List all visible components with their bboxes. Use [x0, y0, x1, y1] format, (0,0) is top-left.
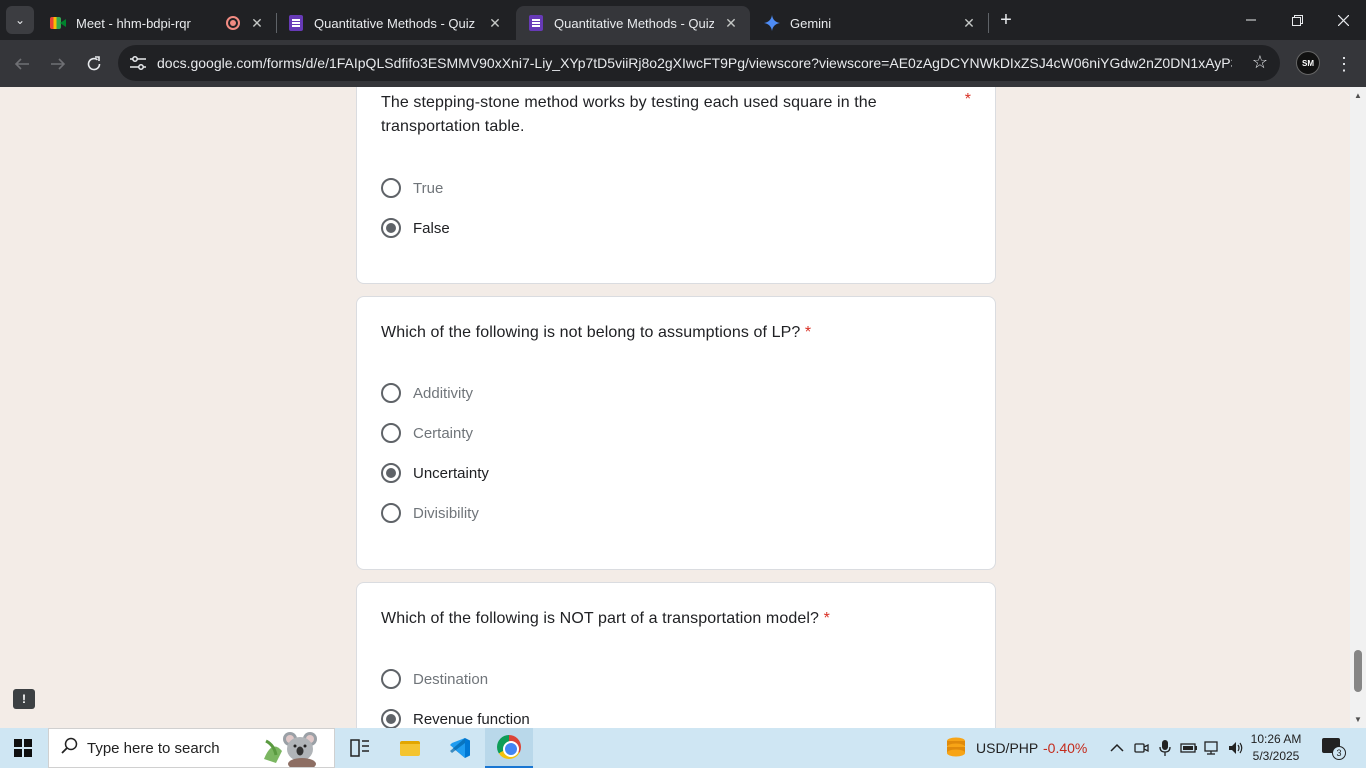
radio-option-revenue-function[interactable]: Revenue function: [381, 707, 530, 728]
task-view-icon[interactable]: [336, 728, 384, 768]
form-viewport: The stepping-stone method works by testi…: [0, 87, 1350, 728]
search-icon: [61, 737, 81, 760]
radio-option-divisibility[interactable]: Divisibility: [381, 501, 479, 525]
radio-option-additivity[interactable]: Additivity: [381, 381, 473, 405]
radio-button[interactable]: [381, 383, 401, 403]
tab-quiz-1[interactable]: Quantitative Methods - Quiz (Fi ✕: [276, 6, 514, 40]
recording-icon: [226, 16, 240, 30]
close-window-button[interactable]: [1320, 0, 1366, 40]
radio-button-selected[interactable]: [381, 463, 401, 483]
question-text: The stepping-stone method works by testi…: [381, 94, 877, 135]
option-label: Divisibility: [413, 504, 479, 522]
tab-meet[interactable]: Meet - hhm-bdpi-rqr ✕: [38, 6, 276, 40]
required-asterisk: *: [823, 610, 830, 627]
radio-option-certainty[interactable]: Certainty: [381, 421, 473, 445]
close-tab-icon[interactable]: ✕: [722, 14, 740, 32]
radio-option-true[interactable]: True: [381, 176, 443, 200]
required-asterisk: *: [964, 91, 971, 108]
network-icon[interactable]: [1204, 739, 1222, 757]
clock-time: 10:26 AM: [1250, 732, 1302, 746]
radio-button[interactable]: [381, 669, 401, 689]
clock-date: 5/3/2025: [1252, 749, 1300, 763]
question-title: Which of the following is NOT part of a …: [381, 607, 941, 631]
ticker-pair[interactable]: USD/PHP: [976, 740, 1038, 756]
google-forms-icon: [288, 15, 304, 31]
tab-separator: [988, 13, 989, 33]
browser-toolbar: docs.google.com/forms/d/e/1FAIpQLSdfifo3…: [0, 40, 1366, 87]
google-forms-icon: [528, 15, 544, 31]
option-label: False: [413, 219, 450, 237]
currency-widget-icon[interactable]: [944, 736, 968, 760]
question-title: Which of the following is not belong to …: [381, 321, 941, 345]
close-tab-icon[interactable]: ✕: [960, 14, 978, 32]
microphone-icon[interactable]: [1156, 739, 1174, 757]
radio-button-selected[interactable]: [381, 709, 401, 728]
option-label: Additivity: [413, 384, 474, 402]
page-scrollbar[interactable]: ▲ ▼: [1350, 87, 1366, 728]
option-label: True: [413, 179, 444, 197]
question-card: The stepping-stone method works by testi…: [356, 87, 996, 284]
google-meet-icon: [50, 15, 66, 31]
url-text[interactable]: docs.google.com/forms/d/e/1FAIpQLSdfifo3…: [157, 55, 1232, 71]
back-button[interactable]: [8, 50, 36, 78]
profile-avatar[interactable]: SM: [1296, 51, 1320, 75]
forward-button[interactable]: [44, 50, 72, 78]
windows-start-icon[interactable]: [14, 739, 32, 757]
file-explorer-icon[interactable]: [386, 728, 434, 768]
ticker-change[interactable]: -0.40%: [1043, 740, 1087, 756]
restore-button[interactable]: [1274, 0, 1320, 40]
question-text: Which of the following is not belong to …: [381, 324, 801, 341]
radio-button-selected[interactable]: [381, 218, 401, 238]
tab-title: Quantitative Methods - Quiz (Fi: [314, 15, 478, 31]
bookmark-star-icon[interactable]: ☆: [1252, 52, 1268, 73]
new-tab-button[interactable]: +: [995, 9, 1017, 31]
show-hidden-icons-icon[interactable]: [1108, 739, 1126, 757]
meet-now-icon[interactable]: [1132, 739, 1150, 757]
tab-title: Quantitative Methods - Quiz (Fi: [554, 15, 714, 31]
radio-button[interactable]: [381, 423, 401, 443]
gemini-icon: [764, 15, 780, 31]
close-tab-icon[interactable]: ✕: [248, 14, 266, 32]
scroll-up-arrow-icon[interactable]: ▲: [1353, 90, 1363, 100]
radio-button[interactable]: [381, 503, 401, 523]
option-label: Destination: [413, 670, 489, 688]
search-placeholder: Type here to search: [87, 739, 220, 757]
radio-option-uncertainty[interactable]: Uncertainty: [381, 461, 489, 485]
scroll-down-arrow-icon[interactable]: ▼: [1353, 714, 1363, 724]
address-bar[interactable]: docs.google.com/forms/d/e/1FAIpQLSdfifo3…: [118, 45, 1280, 81]
reload-button[interactable]: [80, 50, 108, 78]
battery-icon[interactable]: [1180, 739, 1198, 757]
radio-option-destination[interactable]: Destination: [381, 667, 488, 691]
scrollbar-thumb[interactable]: [1354, 650, 1362, 692]
chrome-menu-icon[interactable]: ⋮: [1334, 50, 1354, 78]
minimize-button[interactable]: [1228, 0, 1274, 40]
system-clock[interactable]: 10:26 AM 5/3/2025: [1246, 731, 1306, 765]
option-label: Uncertainty: [413, 464, 489, 482]
tab-search-button[interactable]: ⌄: [6, 6, 34, 34]
tab-title: Gemini: [790, 15, 832, 31]
required-asterisk: *: [804, 324, 812, 341]
volume-icon[interactable]: [1228, 739, 1246, 757]
koala-illustration-icon: [262, 729, 322, 768]
radio-option-false[interactable]: False: [381, 216, 450, 240]
windows-taskbar: Type here to search USD/PHP -0.40% 10:26…: [0, 728, 1366, 768]
question-card: Which of the following is NOT part of a …: [356, 582, 996, 728]
question-text: Which of the following is NOT part of a …: [381, 610, 820, 627]
notification-count-badge: 3: [1332, 746, 1346, 760]
vscode-icon[interactable]: [436, 728, 484, 768]
radio-button[interactable]: [381, 178, 401, 198]
option-label: Certainty: [413, 424, 474, 442]
question-card: Which of the following is not belong to …: [356, 296, 996, 570]
chrome-taskbar-icon[interactable]: [485, 728, 533, 768]
tab-strip: ⌄ Meet - hhm-bdpi-rqr ✕ Quantitative Met…: [0, 0, 1366, 40]
tab-quiz-2-active[interactable]: Quantitative Methods - Quiz (Fi ✕: [516, 6, 750, 40]
report-feedback-icon[interactable]: !: [13, 689, 35, 709]
option-label: Revenue function: [413, 710, 530, 728]
close-tab-icon[interactable]: ✕: [486, 14, 504, 32]
notification-center-icon[interactable]: 3: [1322, 738, 1346, 760]
site-info-icon[interactable]: [128, 53, 148, 73]
tab-gemini[interactable]: Gemini ✕: [752, 6, 988, 40]
